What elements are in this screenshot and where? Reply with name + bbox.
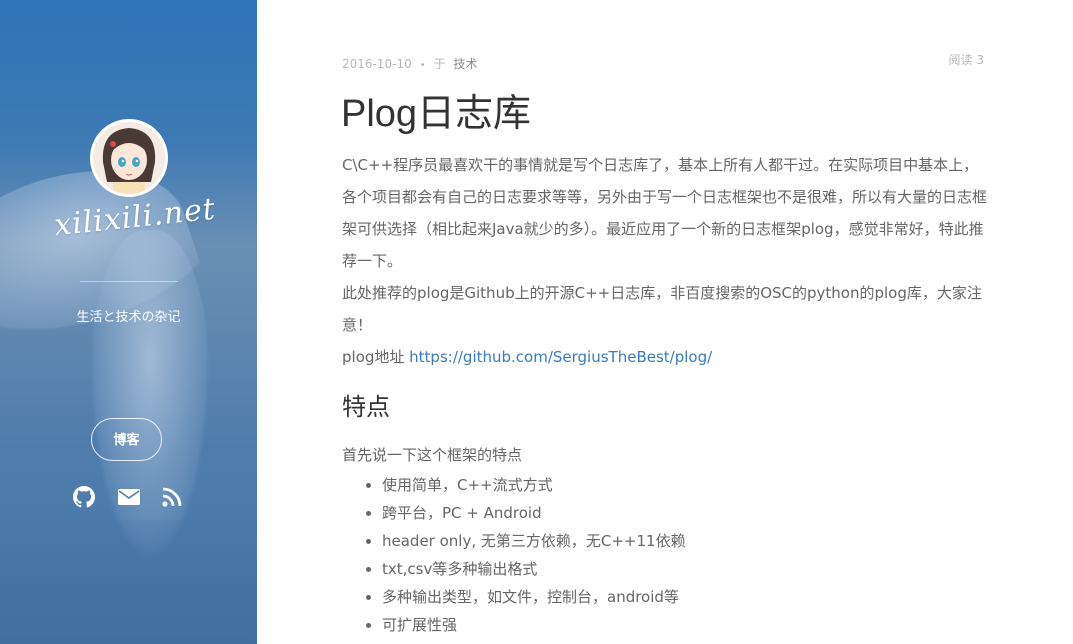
rss-icon[interactable] bbox=[161, 486, 183, 508]
meta-separator: • bbox=[419, 60, 426, 71]
blog-button[interactable]: 博客 bbox=[91, 418, 162, 461]
background-figure bbox=[90, 230, 210, 560]
list-item: 多种输出类型，如文件，控制台，android等 bbox=[382, 583, 990, 611]
list-item: 使用简单，C++流式方式 bbox=[382, 471, 990, 499]
post-intro-paragraph: C\C++程序员最喜欢干的事情就是写个日志库了，基本上所有人都干过。在实际项目中… bbox=[342, 156, 988, 270]
post-in-label: 于 bbox=[433, 57, 446, 71]
post-recommend-paragraph: 此处推荐的plog是Github上的开源C++日志库，非百度搜索的OSC的pyt… bbox=[342, 284, 982, 334]
site-subtitle: 生活と技术の杂记 bbox=[76, 310, 181, 325]
read-count: 阅读 3 bbox=[948, 53, 984, 67]
list-item: 可扩展性强 bbox=[382, 611, 990, 639]
post-category-link[interactable]: 技术 bbox=[453, 57, 477, 71]
post-date: 2016-10-10 bbox=[342, 57, 412, 71]
features-intro: 首先说一下这个框架的特点 bbox=[342, 446, 523, 464]
list-item: 跨平台，PC + Android bbox=[382, 499, 990, 527]
sidebar: xilixili.net 生活と技术の杂记 博客 bbox=[0, 0, 257, 644]
features-heading: 特点 bbox=[342, 393, 390, 421]
post-meta: 2016-10-10 • 于 技术 bbox=[342, 55, 477, 72]
post-title: Plog日志库 bbox=[341, 93, 532, 135]
list-item: header only, 无第三方依赖，无C++11依赖 bbox=[382, 527, 990, 555]
address-label: plog地址 bbox=[342, 348, 410, 366]
post-address-paragraph: plog地址 https://github.com/SergiusTheBest… bbox=[342, 341, 990, 373]
avatar-image bbox=[93, 122, 165, 194]
github-icon[interactable] bbox=[73, 486, 95, 508]
sidebar-divider bbox=[80, 281, 178, 282]
features-list: 使用简单，C++流式方式 跨平台，PC + Android header onl… bbox=[342, 471, 990, 639]
background-ground bbox=[0, 520, 257, 644]
list-item: txt,csv等多种输出格式 bbox=[382, 555, 990, 583]
main-content: 2016-10-10 • 于 技术 阅读 3 Plog日志库 C\C++程序员最喜欢… bbox=[257, 0, 1073, 644]
post-body: C\C++程序员最喜欢干的事情就是写个日志库了，基本上所有人都干过。在实际项目中… bbox=[342, 149, 990, 639]
github-repo-link[interactable]: https://github.com/SergiusTheBest/plog/ bbox=[409, 348, 712, 366]
mail-icon[interactable] bbox=[117, 486, 140, 508]
avatar[interactable] bbox=[90, 119, 168, 197]
